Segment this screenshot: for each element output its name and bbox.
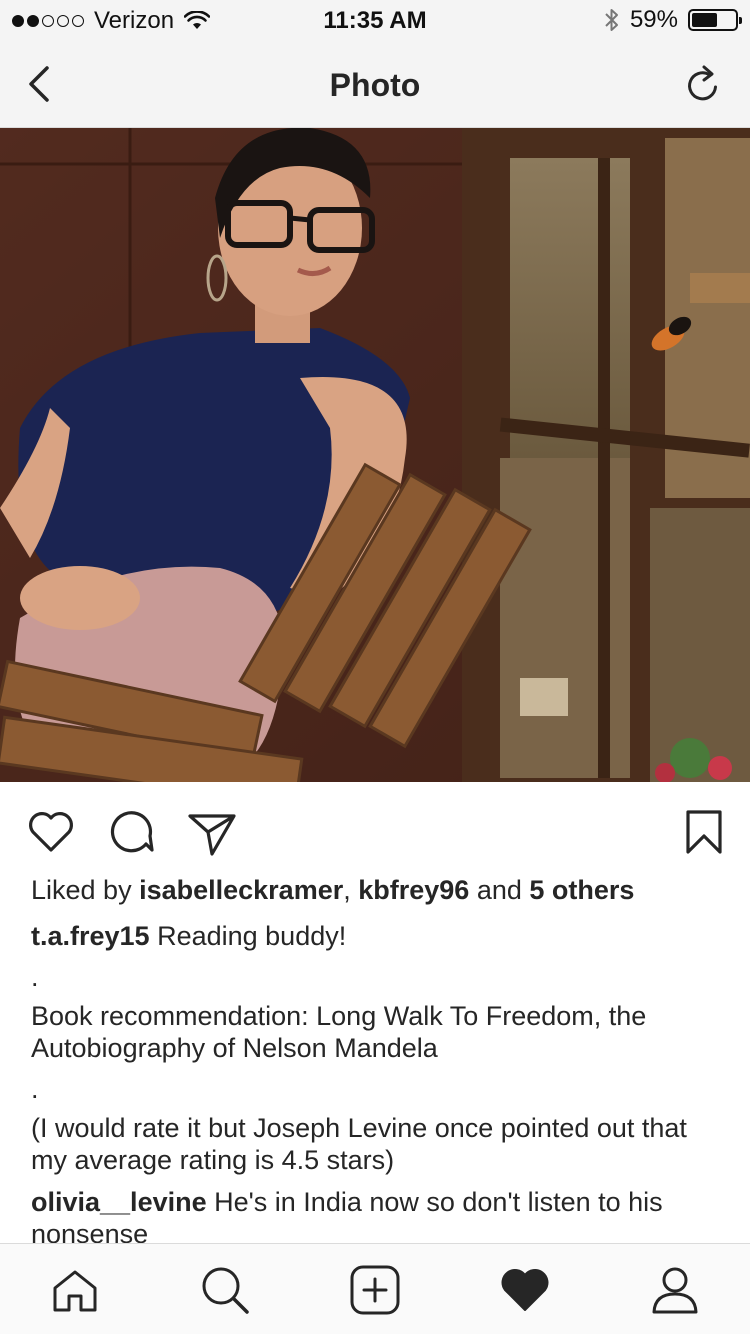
battery-icon xyxy=(688,9,742,31)
add-post-icon[interactable] xyxy=(347,1262,403,1318)
battery-percent: 59% xyxy=(629,6,678,33)
likes-prefix: Liked by xyxy=(31,875,140,905)
caption-rating-line: (I would rate it but Joseph Levine once … xyxy=(31,1113,687,1175)
navigation-bar: Photo xyxy=(0,40,750,128)
post-text-area: Liked by isabelleckramer, kbfrey96 and 5… xyxy=(31,874,721,1260)
post-actions xyxy=(0,800,750,864)
home-icon[interactable] xyxy=(47,1262,103,1318)
comment-icon[interactable] xyxy=(106,806,158,858)
refresh-icon[interactable] xyxy=(682,60,726,108)
liker-username[interactable]: kbfrey96 xyxy=(358,875,469,905)
likes-line: Liked by isabelleckramer, kbfrey96 and 5… xyxy=(31,874,721,906)
heart-outline-icon[interactable] xyxy=(25,806,77,858)
bookmark-icon[interactable] xyxy=(678,806,730,858)
caption-first-line: t.a.frey15 Reading buddy! xyxy=(31,920,721,952)
likes-separator: , xyxy=(343,875,359,905)
bottom-tab-bar xyxy=(0,1243,750,1334)
caption-book-line: Book recommendation: Long Walk To Freedo… xyxy=(31,1001,647,1063)
photo-illustration xyxy=(0,128,750,782)
liker-username[interactable]: isabelleckramer xyxy=(139,875,343,905)
send-icon[interactable] xyxy=(186,806,238,858)
caption-username[interactable]: t.a.frey15 xyxy=(31,921,150,951)
caption-dot: . xyxy=(31,1074,39,1104)
status-right: 59% xyxy=(604,6,742,34)
status-bar: Verizon 11:35 AM 59% xyxy=(0,0,750,40)
page-title: Photo xyxy=(329,67,421,103)
post-photo[interactable] xyxy=(0,128,750,782)
caption-text: Reading buddy! xyxy=(149,921,347,951)
likes-others-link[interactable]: 5 others xyxy=(529,875,634,905)
activity-heart-icon[interactable] xyxy=(497,1262,553,1318)
profile-icon[interactable] xyxy=(647,1262,703,1318)
caption-dot: . xyxy=(31,962,39,992)
comment-username[interactable]: olivia__levine xyxy=(31,1187,207,1217)
bluetooth-icon xyxy=(605,9,618,31)
likes-and: and xyxy=(469,875,530,905)
search-icon[interactable] xyxy=(197,1262,253,1318)
comment-item: olivia__levine He's in India now so don'… xyxy=(31,1186,721,1250)
